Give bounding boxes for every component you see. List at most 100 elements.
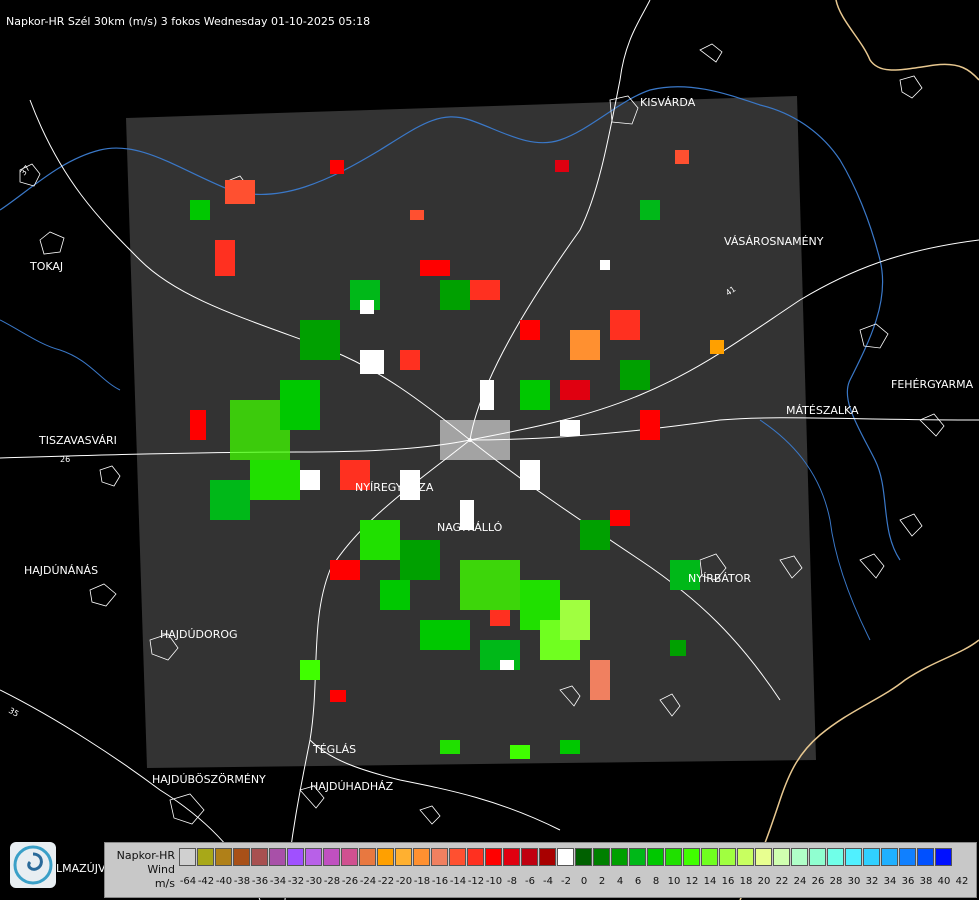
legend-tick-label: 26	[811, 876, 825, 887]
legend-swatch	[719, 848, 736, 866]
legend-tick-label: 36	[901, 876, 915, 887]
legend-swatch	[593, 848, 610, 866]
legend-swatch	[413, 848, 430, 866]
legend-swatch	[377, 848, 394, 866]
legend-swatch	[215, 848, 232, 866]
legend-tick-label: 14	[703, 876, 717, 887]
legend-swatch	[233, 848, 250, 866]
napkor-logo	[10, 842, 56, 888]
legend-swatch	[935, 848, 952, 866]
legend-tick-label: 8	[652, 876, 660, 887]
legend-tick-label: 16	[721, 876, 735, 887]
legend-tick-label: 0	[580, 876, 588, 887]
city-label: HAJDÚBÖSZÖRMÉNY	[152, 773, 266, 786]
legend-tick-label: 12	[685, 876, 699, 887]
legend-tick-label: -16	[431, 876, 449, 887]
radar-map: 37 26 35 41	[0, 0, 979, 900]
legend-tick-label: 24	[793, 876, 807, 887]
legend-tick-label: 42	[955, 876, 969, 887]
legend-swatch	[881, 848, 898, 866]
legend-swatch	[737, 848, 754, 866]
legend-tick-label: -12	[467, 876, 485, 887]
city-label: NAGYKÁLLÓ	[437, 521, 503, 534]
legend-tick-label: 28	[829, 876, 843, 887]
legend-swatch	[845, 848, 862, 866]
legend-tick-label: -64	[179, 876, 197, 887]
city-label: TISZAVASVÁRI	[39, 434, 117, 447]
legend-swatch	[863, 848, 880, 866]
legend-swatch	[485, 848, 502, 866]
legend-tick-label: -26	[341, 876, 359, 887]
legend-swatch	[269, 848, 286, 866]
legend-swatch	[755, 848, 772, 866]
legend-swatch	[791, 848, 808, 866]
legend-swatch	[395, 848, 412, 866]
legend-tick-label: -40	[215, 876, 233, 887]
map-title: Napkor-HR Szél 30km (m/s) 3 fokos Wednes…	[6, 15, 371, 28]
legend-swatch	[629, 848, 646, 866]
legend-tick-label: 2	[598, 876, 606, 887]
legend-tick-label: -4	[543, 876, 553, 887]
legend-tick-label: 20	[757, 876, 771, 887]
legend-tick-label: 32	[865, 876, 879, 887]
legend-swatch	[773, 848, 790, 866]
city-label: TOKAJ	[30, 260, 64, 273]
legend-swatch	[611, 848, 628, 866]
legend-tick-label: 22	[775, 876, 789, 887]
legend-unit: m/s	[154, 877, 175, 890]
legend-tick-label: -6	[525, 876, 535, 887]
legend-swatch	[323, 848, 340, 866]
legend-tick-label: -28	[323, 876, 341, 887]
legend-tick-label: 30	[847, 876, 861, 887]
legend-swatch	[701, 848, 718, 866]
legend-tick-label: -14	[449, 876, 467, 887]
legend-swatch	[521, 848, 538, 866]
legend-tick-label: 10	[667, 876, 681, 887]
legend-tick-label: 4	[616, 876, 624, 887]
city-label: VÁSÁROSNAMÉNY	[724, 235, 824, 248]
legend-swatch	[341, 848, 358, 866]
color-legend: Napkor-HR Wind m/s -64 -42 -40 -38 -36 -34 -32…	[104, 842, 977, 898]
radar-center-marker	[468, 438, 472, 442]
legend-quantity: Wind	[147, 863, 175, 876]
city-label: KISVÁRDA	[640, 96, 696, 109]
road-number-35: 35	[7, 706, 20, 719]
legend-tick-label: -34	[269, 876, 287, 887]
city-label: NYÍREGYHÁZA	[355, 481, 434, 494]
city-label: NYÍRBÁTOR	[688, 572, 752, 585]
legend-tick-label: 38	[919, 876, 933, 887]
legend-tick-label: 6	[634, 876, 642, 887]
legend-swatch	[287, 848, 304, 866]
city-label: MÁTÉSZALKA	[786, 404, 859, 417]
legend-swatches	[179, 848, 953, 868]
legend-swatch	[359, 848, 376, 866]
legend-swatch	[557, 848, 574, 866]
legend-swatch	[305, 848, 322, 866]
city-label: HAJDÚNÁNÁS	[24, 564, 99, 577]
legend-swatch	[449, 848, 466, 866]
legend-tick-label: -24	[359, 876, 377, 887]
legend-tick-label: 34	[883, 876, 897, 887]
legend-swatch	[503, 848, 520, 866]
legend-swatch	[251, 848, 268, 866]
legend-tick-label: 40	[937, 876, 951, 887]
legend-tick-label: -42	[197, 876, 215, 887]
legend-swatch	[827, 848, 844, 866]
river-west	[0, 319, 121, 391]
legend-swatch	[809, 848, 826, 866]
legend-tick-label: -36	[251, 876, 269, 887]
legend-tick-label: 18	[739, 876, 753, 887]
legend-tick-label: -32	[287, 876, 305, 887]
legend-title: Napkor-HR Wind m/s	[109, 849, 175, 891]
legend-ticks: -64 -42 -40 -38 -36 -34 -32 -30 -28 -26 -24 -22 -20-…	[179, 876, 975, 890]
city-label: FEHÉRGYARMA	[891, 378, 974, 391]
city-label: HAJDÚHADHÁZ	[310, 780, 394, 793]
legend-swatch	[683, 848, 700, 866]
legend-swatch	[575, 848, 592, 866]
legend-swatch	[665, 848, 682, 866]
city-label: TÉGLÁS	[313, 743, 357, 756]
legend-tick-label: -20	[395, 876, 413, 887]
legend-tick-label: -8	[507, 876, 517, 887]
swirl-icon	[13, 845, 53, 885]
legend-swatch	[917, 848, 934, 866]
